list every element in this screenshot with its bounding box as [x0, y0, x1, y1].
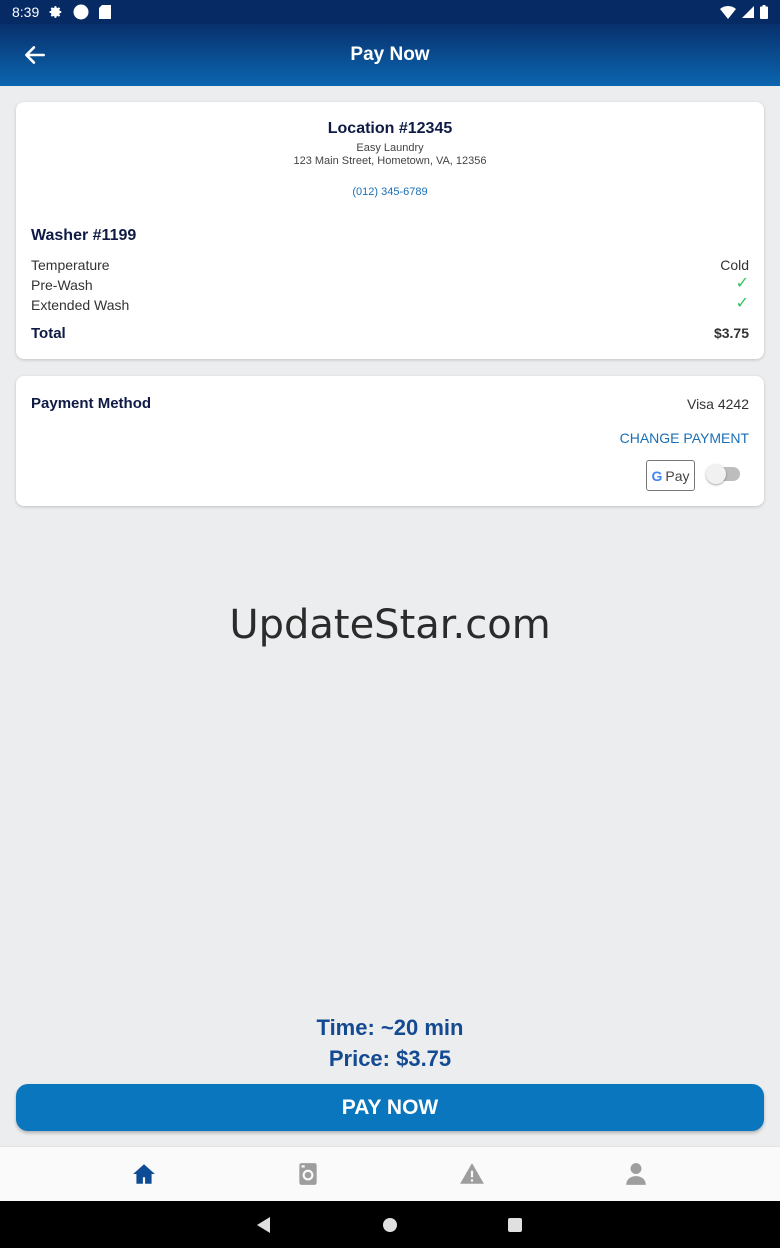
option-row-pre-wash: Pre-Wash ✓	[31, 275, 749, 294]
status-bar: 8:39	[0, 0, 780, 24]
signal-icon	[742, 6, 754, 18]
option-label: Pre-Wash	[31, 277, 93, 293]
toggle-knob	[706, 464, 726, 484]
nav-profile[interactable]	[623, 1161, 649, 1187]
wifi-icon	[720, 6, 736, 19]
sd-card-icon	[99, 5, 112, 19]
washer-icon	[299, 1163, 317, 1185]
payment-card-value: Visa 4242	[686, 396, 749, 412]
total-row: Total $3.75	[31, 325, 749, 342]
bottom-navigation	[0, 1146, 780, 1201]
back-arrow-icon[interactable]	[22, 42, 48, 68]
alert-icon	[460, 1163, 484, 1184]
option-row-extended-wash: Extended Wash ✓	[31, 295, 749, 314]
nav-alerts[interactable]	[459, 1161, 485, 1187]
status-time: 8:39	[12, 4, 40, 20]
page-title: Pay Now	[350, 44, 430, 65]
home-icon	[133, 1164, 155, 1184]
watermark: UpdateStar.com	[229, 602, 551, 648]
option-label: Extended Wash	[31, 297, 130, 313]
payment-method-label: Payment Method	[31, 395, 152, 412]
location-name: Easy Laundry	[356, 142, 424, 154]
google-pay-label: Pay	[665, 467, 690, 484]
location-phone-link[interactable]: (012) 345-6789	[16, 186, 764, 198]
nav-machines[interactable]	[295, 1161, 321, 1187]
order-details-card: Location #12345 Easy Laundry 123 Main St…	[16, 102, 764, 359]
change-payment-button[interactable]: CHANGE PAYMENT	[620, 430, 749, 446]
location-title: Location #12345	[327, 120, 453, 137]
system-back-icon[interactable]	[254, 1215, 274, 1235]
payment-method-card: Payment Method Visa 4242 CHANGE PAYMENT …	[16, 376, 764, 506]
system-recents-icon[interactable]	[505, 1215, 525, 1235]
settings-icon	[49, 6, 62, 18]
google-pay-toggle[interactable]	[706, 464, 740, 484]
pay-now-button[interactable]: PAY NOW	[16, 1084, 764, 1131]
google-pay-badge[interactable]: G Pay	[646, 460, 695, 491]
checkmark-icon: ✓	[735, 295, 749, 312]
estimated-price: Price: $3.75	[328, 1046, 452, 1071]
circle-notification-icon	[73, 4, 89, 20]
location-address: 123 Main Street, Hometown, VA, 12356	[293, 155, 487, 167]
option-label: Temperature	[31, 257, 110, 273]
system-home-icon[interactable]	[380, 1215, 400, 1235]
google-g-icon: G	[651, 467, 663, 484]
checkmark-icon: ✓	[735, 275, 749, 292]
washer-title: Washer #1199	[31, 227, 137, 244]
app-bar: Pay Now	[0, 24, 780, 86]
estimated-time: Time: ~20 min	[316, 1015, 464, 1040]
profile-icon	[626, 1163, 646, 1185]
system-navigation-bar	[0, 1201, 780, 1248]
battery-icon	[760, 5, 768, 19]
option-value: Cold	[720, 257, 749, 273]
option-row-temperature: Temperature Cold	[31, 257, 749, 273]
total-label: Total	[31, 325, 66, 342]
total-value: $3.75	[713, 325, 749, 341]
nav-home[interactable]	[131, 1161, 157, 1187]
